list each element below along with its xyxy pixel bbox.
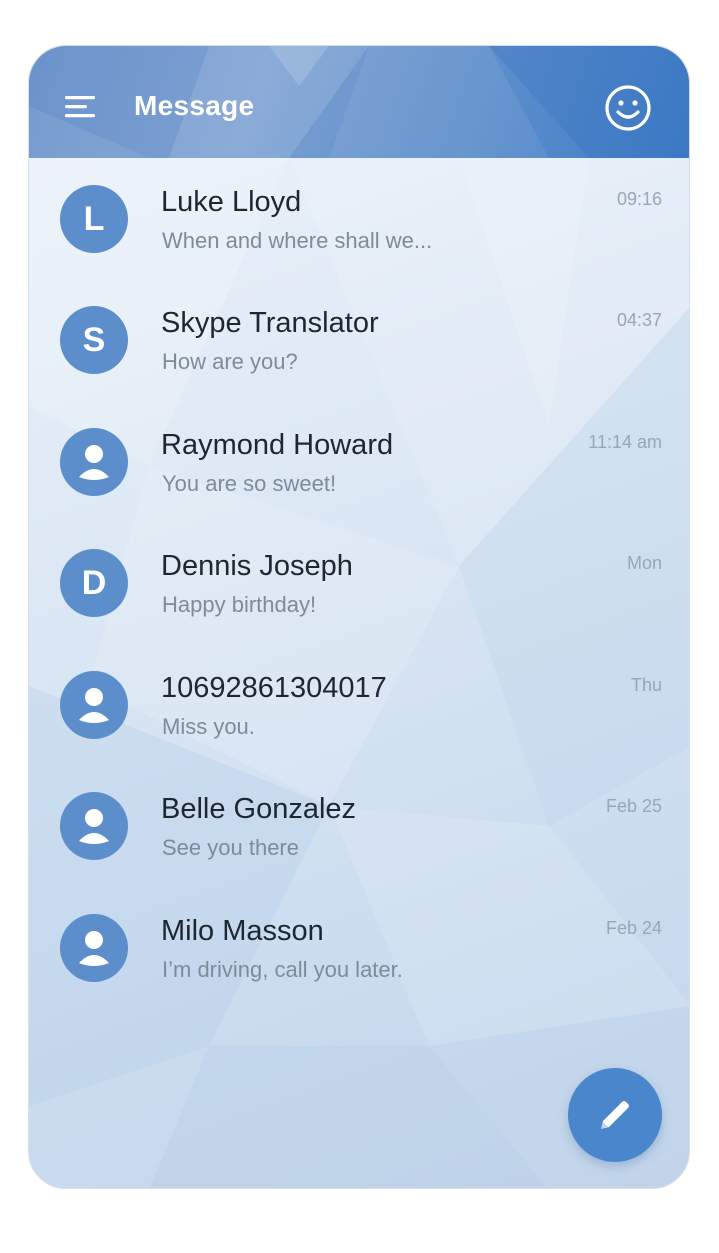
conversation-row[interactable]: 10692861304017 Miss you. Thu bbox=[29, 644, 689, 754]
contact-name: 10692861304017 bbox=[161, 672, 387, 704]
pencil-compose-icon bbox=[601, 1101, 629, 1129]
message-time: Mon bbox=[626, 553, 662, 573]
message-time: 11:14 am bbox=[588, 432, 662, 452]
conversation-row[interactable]: Belle Gonzalez See you there Feb 25 bbox=[29, 765, 689, 875]
conversation-row[interactable]: Milo Masson I’m driving, call you later.… bbox=[29, 887, 689, 997]
person-icon bbox=[60, 914, 128, 982]
avatar-letter: S bbox=[82, 320, 106, 359]
message-time: Feb 24 bbox=[605, 918, 662, 938]
avatar: S bbox=[60, 306, 128, 374]
message-time: 09:16 bbox=[616, 189, 662, 209]
message-time: Feb 25 bbox=[605, 796, 662, 816]
person-icon bbox=[60, 792, 128, 860]
phone-frame: Message L Luke Lloyd When and where shal… bbox=[28, 45, 690, 1189]
message-preview: See you there bbox=[162, 835, 299, 860]
conversation-row[interactable]: L Luke Lloyd When and where shall we... … bbox=[29, 158, 689, 268]
header-pattern bbox=[29, 46, 689, 158]
message-time: Thu bbox=[630, 675, 662, 695]
avatar: L bbox=[60, 185, 128, 253]
page-title: Message bbox=[134, 90, 255, 121]
message-time: 04:37 bbox=[616, 310, 662, 330]
message-preview: Happy birthday! bbox=[162, 592, 317, 617]
message-preview: When and where shall we... bbox=[162, 228, 433, 253]
avatar-letter: D bbox=[81, 563, 107, 602]
message-preview: Miss you. bbox=[162, 714, 255, 739]
contact-name: Dennis Joseph bbox=[161, 550, 353, 582]
conversation-row[interactable]: D Dennis Joseph Happy birthday! Mon bbox=[29, 522, 689, 632]
message-preview: How are you? bbox=[162, 349, 298, 374]
person-icon bbox=[60, 428, 128, 496]
hamburger-menu-icon[interactable] bbox=[65, 95, 95, 119]
conversation-row[interactable]: S Skype Translator How are you? 04:37 bbox=[29, 279, 689, 389]
message-preview: You are so sweet! bbox=[162, 471, 337, 496]
app-header: Message bbox=[29, 46, 689, 158]
smiley-face-icon[interactable] bbox=[604, 84, 652, 132]
contact-name: Raymond Howard bbox=[161, 429, 394, 461]
avatar-letter: L bbox=[83, 199, 105, 238]
conversation-row[interactable]: Raymond Howard You are so sweet! 11:14 a… bbox=[29, 401, 689, 511]
compose-button[interactable] bbox=[568, 1068, 662, 1162]
contact-name: Milo Masson bbox=[161, 915, 324, 947]
contact-name: Skype Translator bbox=[161, 307, 379, 339]
avatar: D bbox=[60, 549, 128, 617]
person-icon bbox=[60, 671, 128, 739]
message-preview: I’m driving, call you later. bbox=[162, 957, 403, 982]
contact-name: Belle Gonzalez bbox=[161, 793, 357, 825]
contact-name: Luke Lloyd bbox=[161, 186, 302, 218]
